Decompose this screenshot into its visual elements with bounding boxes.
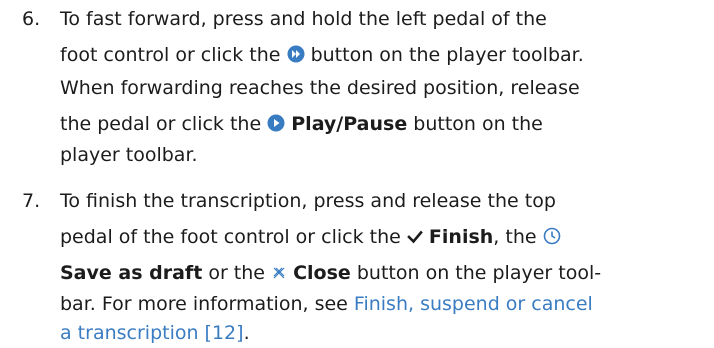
text: pedal of the foot control or click the bbox=[60, 226, 401, 248]
finish-label: Finish bbox=[428, 226, 494, 248]
text-line: foot control or click the button on the … bbox=[60, 40, 584, 70]
text-line: the pedal or click the Play/Pause button… bbox=[60, 109, 543, 139]
text: When forwarding reaches the desired posi… bbox=[60, 77, 580, 99]
text-line: a transcription [12]. bbox=[60, 318, 250, 348]
text: player toolbar. bbox=[60, 144, 198, 166]
text-line: To finish the transcription, press and r… bbox=[60, 186, 556, 216]
text-line: bar. For more information, see Finish, s… bbox=[60, 289, 593, 319]
fast-forward-icon bbox=[287, 45, 305, 63]
text: To fast forward, press and hold the left… bbox=[60, 8, 547, 30]
close-icon bbox=[271, 265, 287, 281]
play-pause-label: Play/Pause bbox=[291, 113, 408, 135]
checkmark-icon bbox=[407, 229, 423, 245]
step-number: 6. bbox=[22, 8, 41, 30]
clock-icon bbox=[543, 227, 561, 245]
text: To finish the transcription, press and r… bbox=[60, 190, 556, 212]
text: the pedal or click the bbox=[60, 113, 262, 135]
close-label: Close bbox=[293, 262, 351, 284]
save-as-draft-label: Save as draft bbox=[60, 262, 203, 284]
text: , the bbox=[493, 226, 537, 248]
text-line: Save as draft or the Close button on the… bbox=[60, 258, 601, 288]
text: button on the player tool- bbox=[356, 262, 602, 284]
text-line: When forwarding reaches the desired posi… bbox=[60, 73, 580, 103]
text-line: To fast forward, press and hold the left… bbox=[60, 4, 547, 34]
step-number: 7. bbox=[22, 190, 41, 212]
text-line: pedal of the foot control or click the F… bbox=[60, 222, 561, 252]
text: or the bbox=[208, 262, 265, 284]
text: . bbox=[243, 322, 250, 344]
text: bar. For more information, see bbox=[60, 293, 348, 315]
play-icon bbox=[267, 114, 285, 132]
text: button on the bbox=[413, 113, 543, 135]
text-line: player toolbar. bbox=[60, 140, 198, 170]
transcription-link[interactable]: a transcription [12] bbox=[60, 322, 244, 344]
text: button on the player toolbar. bbox=[310, 44, 584, 66]
finish-suspend-cancel-link[interactable]: Finish, suspend or cancel bbox=[354, 293, 593, 315]
text: foot control or click the bbox=[60, 44, 281, 66]
document-page: 6. To fast forward, press and hold the l… bbox=[0, 0, 714, 344]
